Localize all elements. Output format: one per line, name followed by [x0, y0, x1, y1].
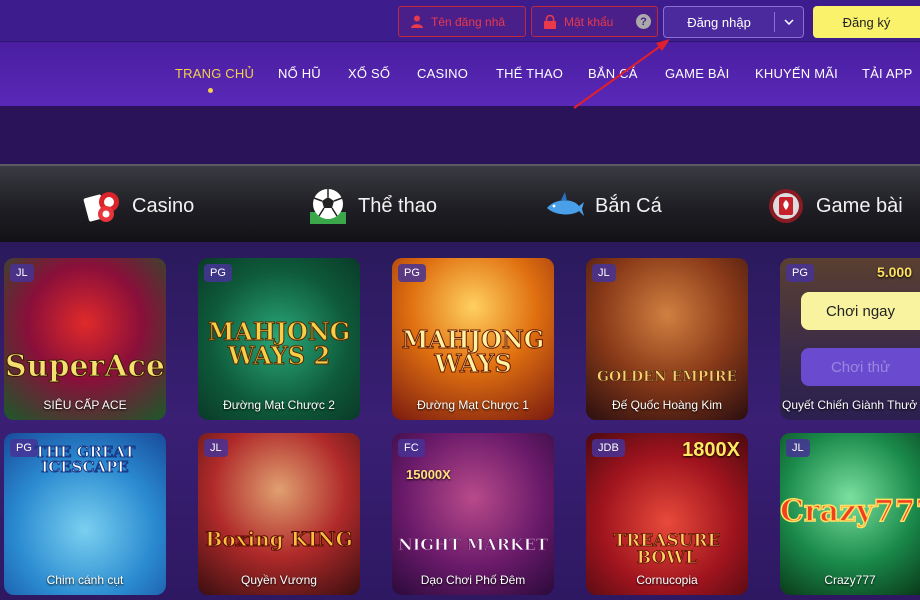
category-the-thao[interactable]: Thể thao	[308, 186, 437, 226]
provider-tag: JL	[592, 264, 616, 282]
nav-item-the-thao[interactable]: THỂ THAO	[496, 66, 563, 81]
game-art-title: MAHJONG WAYS	[401, 325, 545, 378]
password-placeholder: Mật khẩu	[564, 14, 614, 29]
nav-item-no-hu[interactable]: NỔ HŨ	[278, 66, 321, 81]
category-ban-ca[interactable]: Bắn Cá	[545, 186, 662, 226]
nav-item-trang-chu[interactable]: TRANG CHỦ	[175, 66, 254, 81]
game-card-boxing-king[interactable]: JL Boxing KING Quyền Vương	[198, 433, 360, 595]
game-art-title: SuperAce	[5, 349, 166, 384]
try-play-button[interactable]: Chơi thử	[801, 348, 920, 386]
game-name: SIÊU CẤP ACE	[43, 398, 127, 412]
user-icon	[409, 14, 425, 30]
provider-tag: PG	[398, 264, 426, 282]
game-card-crazy777[interactable]: JL Crazy777 Crazy777	[780, 433, 920, 595]
soccer-ball-icon	[310, 189, 346, 224]
provider-tag: JL	[786, 439, 810, 457]
register-button[interactable]: Đăng ký	[813, 6, 920, 38]
category-label: Thể thao	[358, 194, 437, 217]
username-placeholder: Tên đăng nhâ	[431, 14, 506, 29]
nav-item-tai-app[interactable]: TẢI APP	[862, 66, 913, 81]
auth-bar: Tên đăng nhâ Mật khẩu ? Đăng nhập Đăng k…	[0, 0, 920, 42]
category-bar: Casino Thể thao Bắn Cá Game bài	[0, 164, 920, 242]
game-art-title: GOLDEN EMPIRE	[596, 369, 738, 385]
provider-tag: PG	[786, 264, 814, 282]
game-name: Crazy777	[824, 573, 876, 587]
nav-item-ban-ca[interactable]: BẮN CÁ	[588, 66, 638, 81]
password-field[interactable]: Mật khẩu ?	[531, 6, 658, 37]
game-art-title: MAHJONG WAYS 2	[207, 317, 351, 370]
casino-chips-icon	[83, 192, 119, 222]
help-icon[interactable]: ?	[636, 14, 651, 29]
active-nav-indicator	[208, 88, 213, 93]
game-card-quyet-chien[interactable]: PG 5.000 Quyết Chiến Giành Thưở	[780, 258, 920, 420]
nav-item-game-bai[interactable]: GAME BÀI	[665, 66, 729, 81]
nav-item-khuyen-mai[interactable]: KHUYẾN MÃI	[755, 66, 838, 81]
multiplier-badge: 15000X	[406, 467, 451, 482]
game-name: Cornucopia	[636, 573, 698, 587]
provider-tag: JDB	[592, 439, 625, 457]
play-now-button[interactable]: Chơi ngay	[801, 292, 920, 330]
game-card-night-market[interactable]: FC 15000X NIGHT MARKET Dạo Chơi Phố Đêm	[392, 433, 554, 595]
game-card-icescape[interactable]: PG THE GREAT ICESCAPE Chim cánh cụt	[4, 433, 166, 595]
login-label: Đăng nhập	[687, 14, 751, 30]
category-game-bai[interactable]: Game bài	[766, 186, 903, 226]
category-label: Casino	[132, 194, 195, 217]
provider-tag: FC	[398, 439, 425, 457]
provider-tag: PG	[204, 264, 232, 282]
game-card-treasure-bowl[interactable]: JDB 1800X TREASURE BOWL Cornucopia	[586, 433, 748, 595]
main-nav: TRANG CHỦ NỔ HŨ XỔ SỐ CASINO THỂ THAO BẮ…	[0, 42, 920, 106]
jackpot-badge: 5.000	[876, 264, 912, 280]
game-name: Chim cánh cụt	[46, 573, 124, 587]
game-art-title: Crazy777	[780, 494, 920, 529]
game-card-mahjong-ways-2[interactable]: PG MAHJONG WAYS 2 Đường Mạt Chược 2	[198, 258, 360, 420]
game-name: Đường Mạt Chược 1	[417, 398, 529, 412]
chevron-down-icon[interactable]	[775, 19, 803, 25]
game-name: Quyền Vương	[241, 573, 317, 587]
card-game-icon	[769, 189, 803, 223]
nav-item-xo-so[interactable]: XỔ SỐ	[348, 66, 390, 81]
category-label: Game bài	[816, 194, 903, 217]
shark-icon	[547, 192, 584, 216]
game-art-title: TREASURE BOWL	[613, 531, 721, 568]
game-art-title: THE GREAT ICESCAPE	[34, 443, 136, 476]
banner-strip	[0, 106, 920, 164]
game-art-title: NIGHT MARKET	[398, 535, 549, 554]
game-art-title: Boxing KING	[205, 527, 353, 551]
game-card-golden-empire[interactable]: JL GOLDEN EMPIRE Đế Quốc Hoàng Kim	[586, 258, 748, 420]
category-casino[interactable]: Casino	[82, 186, 194, 226]
game-name: Đường Mạt Chược 2	[223, 398, 335, 412]
nav-item-casino[interactable]: CASINO	[417, 66, 468, 81]
game-card-mahjong-ways[interactable]: PG MAHJONG WAYS Đường Mạt Chược 1	[392, 258, 554, 420]
multiplier-badge: 1800X	[682, 439, 740, 461]
category-label: Bắn Cá	[595, 194, 662, 217]
login-button[interactable]: Đăng nhập	[663, 6, 804, 38]
provider-tag: JL	[204, 439, 228, 457]
lock-icon	[542, 14, 558, 30]
game-name: Quyết Chiến Giành Thưở	[782, 398, 918, 412]
game-name: Dạo Chơi Phố Đêm	[420, 573, 526, 587]
game-name: Đế Quốc Hoàng Kim	[611, 398, 723, 412]
username-field[interactable]: Tên đăng nhâ	[398, 6, 526, 37]
game-card-super-ace[interactable]: JL SuperAce SIÊU CẤP ACE	[4, 258, 166, 420]
provider-tag: JL	[10, 264, 34, 282]
